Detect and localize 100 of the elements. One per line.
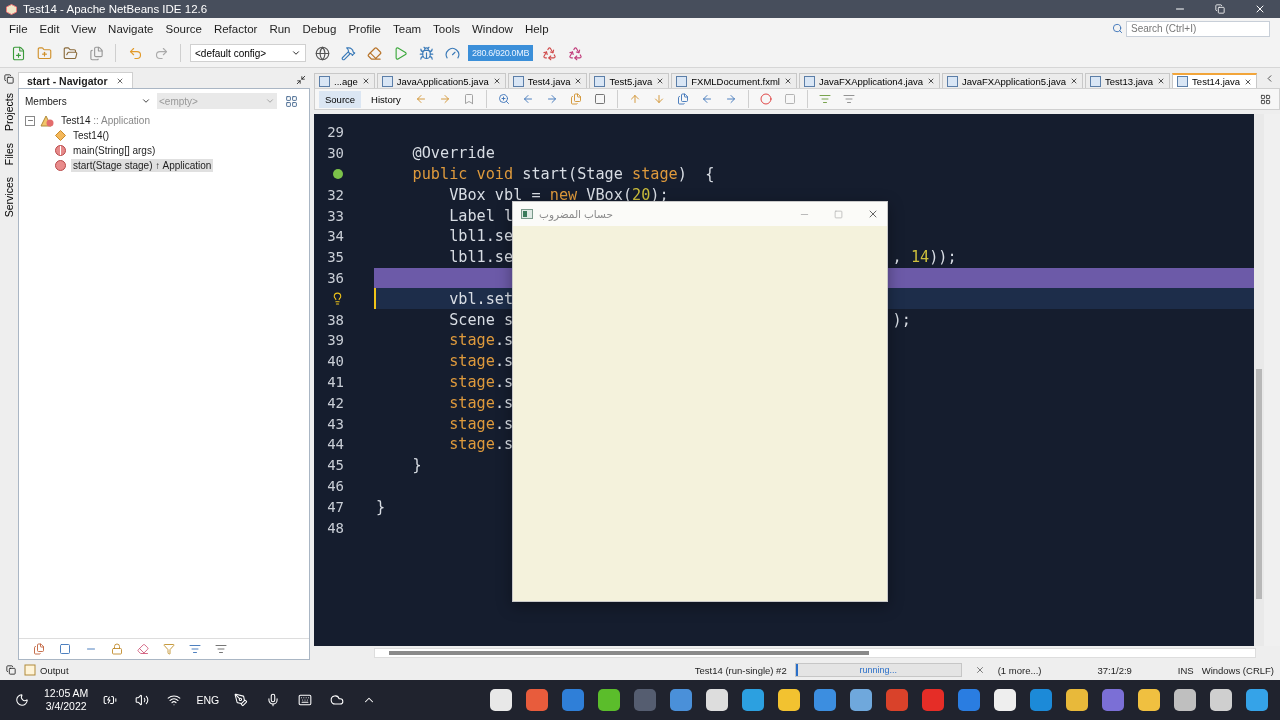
file-icon [803, 75, 815, 87]
line-number: 36 [327, 269, 344, 286]
editor-tab[interactable]: JavaFXApplication5.java [942, 73, 1084, 88]
file-icon [594, 75, 606, 87]
minimize-icon [296, 75, 306, 85]
file-icon [676, 75, 688, 87]
collapse-toggle[interactable] [25, 115, 35, 126]
menu-item[interactable]: Profile [343, 18, 388, 39]
close-icon [867, 208, 879, 220]
scrollbar[interactable] [374, 648, 1256, 658]
app-icon[interactable] [850, 689, 872, 711]
line-number: 47 [327, 498, 344, 515]
menu-item[interactable]: Debug [297, 18, 344, 39]
menu-item[interactable]: Help [519, 18, 556, 39]
app-icon[interactable] [994, 689, 1016, 711]
editor-tab[interactable]: JavaFXApplication4.java [798, 73, 940, 88]
close-icon [1244, 77, 1253, 86]
output-tab[interactable]: Output [40, 664, 69, 676]
app-icon[interactable] [742, 689, 764, 711]
tree-item[interactable]: main(String[] args) [71, 144, 158, 157]
line-number: 40 [327, 353, 344, 370]
app-icon[interactable] [1210, 689, 1232, 711]
view-tab[interactable]: History [365, 90, 407, 108]
chevron-down-icon [141, 96, 151, 106]
close-icon [492, 77, 501, 85]
editor-tab[interactable]: Test13.java [1085, 73, 1171, 88]
code-text: @Override [411, 144, 495, 163]
file-icon [319, 75, 330, 87]
output-icon [24, 664, 36, 676]
scrollbar[interactable] [1254, 114, 1264, 646]
editor-tab[interactable]: Test4.java [507, 73, 588, 88]
editor-tab[interactable]: ...age [314, 73, 375, 88]
lightbulb-icon[interactable] [331, 292, 344, 306]
menu-item[interactable]: Navigate [103, 18, 161, 39]
app-icon[interactable] [706, 689, 728, 711]
app-icon[interactable] [1138, 689, 1160, 711]
app-icon[interactable] [598, 689, 620, 711]
more-tasks-link[interactable]: (1 more...) [997, 664, 1042, 676]
code-text: lbl1.se [448, 227, 514, 246]
chevron-down-icon [265, 96, 275, 106]
line-number: 43 [327, 415, 344, 432]
search-field[interactable]: Search (Ctrl+I) [1126, 20, 1270, 37]
menu-item[interactable]: File [4, 18, 35, 39]
menu-item[interactable]: Source [160, 18, 209, 39]
caret-position: 37:1/2:9 [1097, 664, 1132, 676]
restore-icon [4, 74, 14, 84]
code-text: public void start(Stage stage) { [411, 165, 715, 183]
file-icon [947, 75, 958, 87]
menu-item[interactable]: Window [466, 18, 520, 39]
config-select[interactable]: <default config> [190, 44, 306, 62]
line-number: 32 [327, 186, 344, 203]
language-indicator[interactable]: ENG [196, 694, 220, 706]
close-icon [115, 76, 124, 85]
side-tab[interactable]: Projects [3, 90, 15, 134]
clock[interactable]: 12:05 AM 3/4/2022 [44, 687, 89, 713]
tree-item[interactable]: Test14 :: Application [59, 114, 152, 127]
editor-tab[interactable]: FXMLDocument.fxml [671, 73, 797, 88]
menu-item[interactable]: Tools [428, 18, 467, 39]
code-text: ); [892, 310, 911, 329]
code-text: , 14)); [892, 248, 957, 267]
close-icon [783, 77, 792, 85]
code-text: stage.s [448, 352, 514, 371]
window-title: حساب المضروب [539, 208, 614, 220]
line-number: 44 [327, 436, 344, 453]
code-text: lbl1.se [448, 248, 514, 267]
view-tab[interactable]: Source [319, 90, 362, 108]
editor-tab[interactable]: JavaApplication5.java [376, 73, 506, 88]
line-number: 34 [327, 228, 344, 245]
close-icon [927, 77, 935, 85]
file-icon [512, 75, 524, 87]
tree-item[interactable]: Test14() [71, 129, 112, 142]
restore-icon [6, 665, 16, 675]
editor-tab[interactable]: Test14.java [1172, 73, 1258, 88]
task-label: Test14 (run-single) #2 [694, 664, 787, 676]
line-number: 46 [327, 477, 344, 494]
menu-item[interactable]: Team [388, 18, 429, 39]
app-icon[interactable] [1246, 689, 1268, 711]
menu-item[interactable]: View [66, 18, 104, 39]
menu-item[interactable]: Refactor [208, 18, 265, 39]
app-icon[interactable] [1066, 689, 1088, 711]
side-tab[interactable]: Services [3, 174, 15, 221]
app-icon[interactable] [778, 689, 800, 711]
line-number: 48 [327, 519, 344, 536]
code-text: stage.s [448, 435, 514, 454]
app-icon[interactable] [490, 689, 512, 711]
app-icon[interactable] [1174, 689, 1196, 711]
menu-item[interactable]: Run [264, 18, 298, 39]
tree-item[interactable]: start(Stage stage) ↑ Application [71, 159, 214, 172]
menu-item[interactable]: Edit [34, 18, 67, 39]
side-tab[interactable]: Files [3, 139, 15, 169]
close-icon [1157, 77, 1166, 85]
file-icon [1177, 76, 1189, 87]
code-text: stage.s [448, 414, 514, 433]
search-icon [1112, 23, 1123, 34]
maximize-icon [834, 209, 843, 219]
editor-tab[interactable]: Test5.java [589, 73, 670, 88]
line-number: 38 [327, 311, 344, 328]
close-icon [656, 77, 665, 85]
navigator-tab[interactable]: start - Navigator [18, 71, 133, 89]
window-icon [521, 209, 533, 219]
